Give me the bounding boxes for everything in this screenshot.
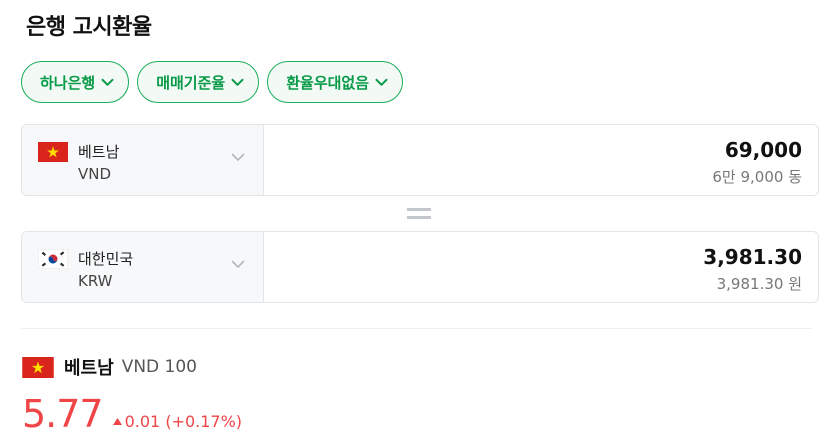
filter-bar: 하나은행 매매기준율 환율우대없음 bbox=[21, 61, 404, 103]
rate-unit: VND 100 bbox=[121, 357, 197, 377]
preferential-rate-filter-label: 환율우대없음 bbox=[286, 73, 370, 92]
rate-header: 베트남 VND 100 bbox=[22, 354, 197, 380]
triangle-up-icon bbox=[112, 418, 122, 425]
vietnam-flag-icon bbox=[22, 356, 54, 378]
from-currency-select[interactable]: 베트남 VND bbox=[22, 125, 264, 195]
exchange-rate-widget: 은행 고시환율 하나은행 매매기준율 환율우대없음 베트남 VND 69,000… bbox=[0, 0, 831, 442]
rate-type-filter-label: 매매기준율 bbox=[156, 73, 226, 92]
chevron-down-icon bbox=[231, 153, 245, 161]
rate-value-row: 5.77 0.01 (+0.17%) bbox=[22, 392, 242, 436]
chevron-down-icon bbox=[375, 78, 388, 86]
rate-country-name: 베트남 bbox=[64, 358, 114, 379]
rate-change-text: 0.01 (+0.17%) bbox=[124, 412, 243, 431]
rate-type-filter-button[interactable]: 매매기준율 bbox=[137, 61, 260, 103]
widget-title: 은행 고시환율 bbox=[26, 15, 152, 40]
to-currency-row: 대한민국 KRW 3,981.30 3,981.30 원 bbox=[21, 231, 819, 303]
to-amount-text: 3,981.30 원 bbox=[716, 275, 802, 293]
from-amount-input[interactable]: 69,000 6만 9,000 동 bbox=[264, 125, 818, 195]
equals-icon bbox=[407, 208, 431, 219]
to-amount-input[interactable]: 3,981.30 3,981.30 원 bbox=[264, 232, 818, 302]
to-amount-value: 3,981.30 bbox=[703, 245, 802, 269]
to-currency-select[interactable]: 대한민국 KRW bbox=[22, 232, 264, 302]
chevron-down-icon bbox=[231, 260, 245, 268]
vietnam-flag-icon bbox=[38, 142, 68, 162]
chevron-down-icon bbox=[101, 78, 114, 86]
from-amount-value: 69,000 bbox=[724, 138, 802, 162]
chevron-down-icon bbox=[231, 78, 244, 86]
korea-flag-icon bbox=[38, 249, 68, 269]
to-currency-code: KRW bbox=[78, 272, 113, 290]
to-currency-name: 대한민국 bbox=[78, 250, 134, 268]
bank-filter-label: 하나은행 bbox=[40, 73, 96, 92]
bank-filter-button[interactable]: 하나은행 bbox=[21, 61, 130, 103]
from-currency-code: VND bbox=[78, 165, 112, 183]
rate-change: 0.01 (+0.17%) bbox=[112, 412, 243, 431]
from-amount-text: 6만 9,000 동 bbox=[712, 168, 802, 186]
from-currency-row: 베트남 VND 69,000 6만 9,000 동 bbox=[21, 124, 819, 196]
from-currency-name: 베트남 bbox=[78, 143, 120, 161]
preferential-rate-filter-button[interactable]: 환율우대없음 bbox=[267, 61, 404, 103]
rate-value: 5.77 bbox=[22, 392, 104, 436]
section-divider bbox=[21, 328, 812, 329]
